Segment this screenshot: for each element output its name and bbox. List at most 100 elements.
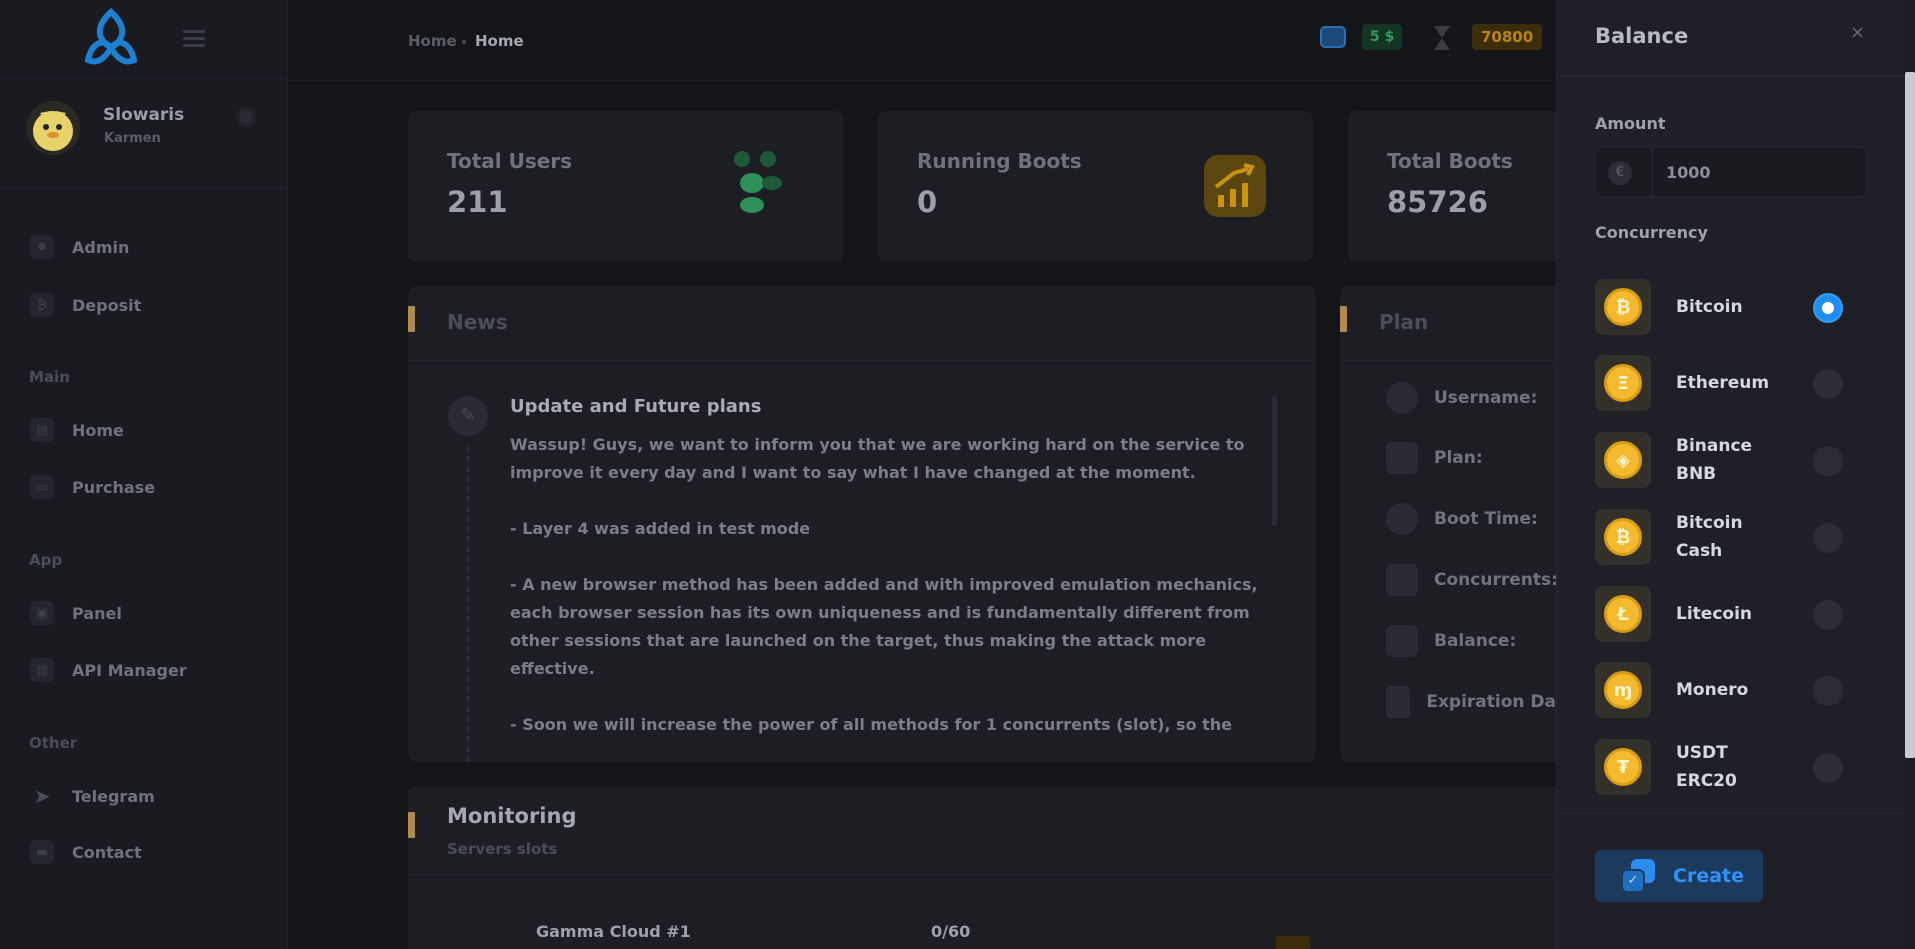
briefcase-icon: ▬ [30,840,54,864]
news-paragraph: - Soon we will increase the power of all… [510,715,1233,734]
sidebar-item-panel[interactable]: ▣ Panel [30,598,270,628]
news-scrollbar[interactable] [1272,396,1277,526]
coin-radio[interactable] [1813,523,1843,553]
section-title-main: Main [29,368,70,386]
sidebar-item-label: Panel [72,603,122,623]
news-paragraph: - A new browser method has been added an… [510,575,1258,678]
sidebar-item-label: Contact [72,842,142,862]
sidebar: Slowaris Karmen ✹ Admin ₿ Deposit Main ▤… [0,0,288,949]
wallet-balance-badge: 5 $ [1362,24,1403,50]
sidebar-item-deposit[interactable]: ₿ Deposit [30,290,270,320]
plan-label: Concurrents: [1434,570,1558,590]
binance-icon: ◈ [1595,432,1651,488]
coin-radio[interactable] [1813,293,1843,323]
drawer-divider [1557,76,1915,77]
stat-card-total-users: Total Users 211 [408,111,843,262]
sidebar-item-purchase[interactable]: ▭ Purchase [30,472,270,502]
coin-option-binance-bnb[interactable]: ◈ Binance BNB [1595,432,1855,488]
sidebar-item-api-manager[interactable]: ▥ API Manager [30,655,270,685]
monitoring-divider [408,874,1556,875]
section-title-other: Other [29,734,78,752]
balance-drawer: Balance ✕ Amount € 1000 Concurrency ₿ Bi… [1556,0,1915,949]
sidebar-item-telegram[interactable]: ➤ Telegram [30,781,270,811]
plan-title: Plan [1379,310,1429,334]
logo-icon[interactable] [78,8,144,70]
create-label: Create [1673,865,1744,887]
user-icon [1386,382,1418,414]
plan-divider [1340,360,1556,361]
menu-toggle-icon[interactable] [183,30,205,47]
sidebar-item-contact[interactable]: ▬ Contact [30,837,270,867]
coin-name: Litecoin [1676,604,1753,624]
coin-option-monero[interactable]: ɱ Monero [1595,662,1855,718]
coin-radio[interactable] [1813,600,1843,630]
create-button[interactable]: ✓ Create [1595,850,1763,902]
tether-icon: ₮ [1595,739,1651,795]
coin-name: USDT [1676,743,1728,763]
plan-label: Balance: [1434,631,1517,651]
sidebar-item-label: Admin [72,237,130,257]
coin-option-bitcoin[interactable]: ₿ Bitcoin [1595,279,1855,335]
sidebar-item-admin[interactable]: ✹ Admin [30,232,270,262]
timeline-line [467,446,469,762]
amount-label: Amount [1595,114,1666,133]
page-scrollbar-thumb[interactable] [1905,72,1915,758]
stat-title: Running Boots [917,149,1082,173]
plan-label: Username: [1434,388,1538,408]
concurrency-icon [1386,564,1418,596]
stat-value: 211 [447,185,508,219]
coin-name-line2: BNB [1676,464,1717,484]
news-title: News [447,310,508,334]
cube-icon [1386,442,1418,474]
coin-name: Ethereum [1676,373,1770,393]
coin-option-ethereum[interactable]: Ξ Ethereum [1595,355,1855,411]
hourglass-icon[interactable] [1432,24,1452,52]
panel-accent [408,306,415,332]
wallet-icon[interactable] [1320,26,1346,48]
hourglass-icon [1386,686,1411,718]
plan-row-boot-time: Boot Time: [1386,502,1566,536]
breadcrumb-separator [462,40,466,44]
avatar[interactable] [26,101,80,155]
plan-row-username: Username: [1386,381,1566,415]
breadcrumb-home-link[interactable]: Home [408,32,457,50]
coin-option-litecoin[interactable]: Ł Litecoin [1595,586,1855,642]
coin-radio[interactable] [1813,753,1843,783]
wallet-icon: ▭ [30,475,54,499]
coin-radio[interactable] [1813,369,1843,399]
coin-name-line2: ERC20 [1676,771,1737,791]
news-post-body: Wassup! Guys, we want to inform you that… [510,431,1270,751]
user-profile: Slowaris Karmen [0,78,288,188]
close-icon[interactable]: ✕ [1850,25,1866,43]
coin-name: Binance [1676,436,1753,456]
create-icon: ✓ [1621,859,1655,893]
telegram-icon: ➤ [33,784,51,808]
coin-option-usdt-erc20[interactable]: ₮ USDT ERC20 [1595,739,1855,795]
coin-radio[interactable] [1813,676,1843,706]
monitoring-panel: Monitoring Servers slots Gamma Cloud #1 … [408,786,1556,949]
stat-value: 85726 [1387,185,1488,219]
drawer-divider [1557,813,1915,814]
user-subtitle: Karmen [104,131,161,146]
panel-icon: ▣ [30,601,54,625]
plan-row-expiration: Expiration Da [1386,685,1556,719]
input-separator [1652,148,1653,198]
chart-up-icon [1204,155,1266,217]
bitcoin-icon: ₿ [30,293,54,317]
coin-radio[interactable] [1813,446,1843,476]
coin-name: Bitcoin [1676,513,1743,533]
server-name: Gamma Cloud #1 [536,922,691,941]
stat-card-total-boots: Total Boots 85726 [1348,111,1556,262]
coin-name: Monero [1676,680,1749,700]
sidebar-item-label: Purchase [72,477,156,497]
news-divider [408,360,1316,361]
plan-row-balance: Balance: [1386,624,1566,658]
sidebar-item-label: Deposit [72,295,142,315]
coin-name-line2: Cash [1676,541,1723,561]
user-settings-icon[interactable] [236,107,256,127]
breadcrumb-current: Home [475,32,524,50]
coin-option-bitcoin-cash[interactable]: ₿ Bitcoin Cash [1595,509,1855,565]
sidebar-item-label: Home [72,420,124,440]
amount-input[interactable]: € 1000 [1595,147,1867,198]
sidebar-item-home[interactable]: ▤ Home [30,415,270,445]
